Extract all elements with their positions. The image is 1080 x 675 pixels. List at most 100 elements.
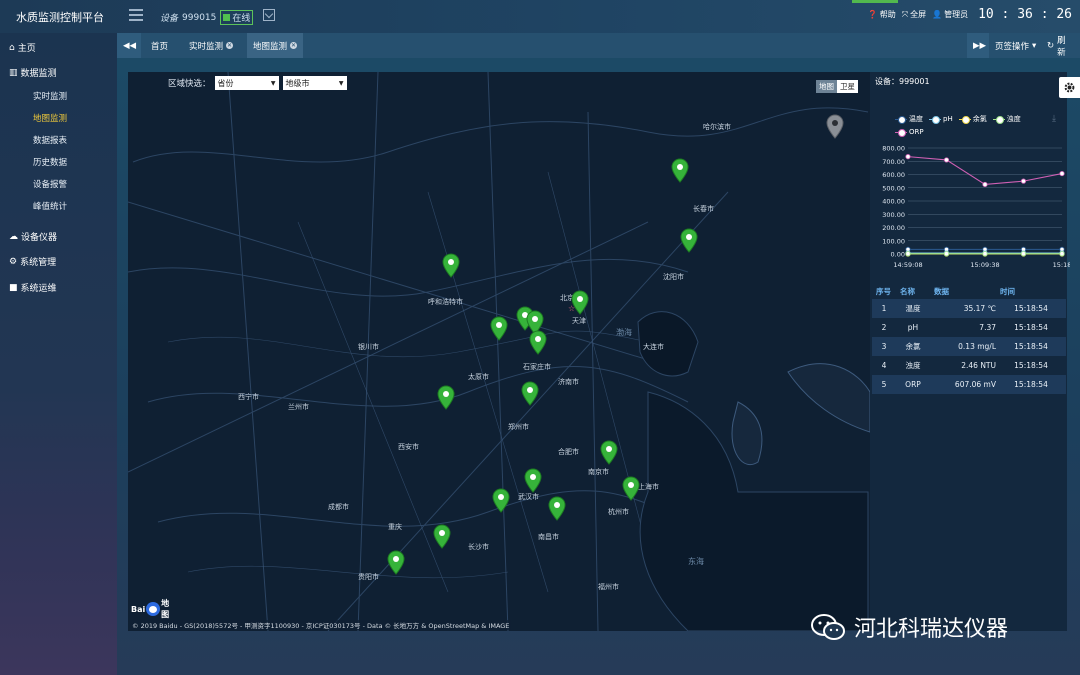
map-pin-icon[interactable]: [571, 290, 589, 315]
map-label-hangzhou: 杭州市: [608, 508, 629, 516]
map-label-huhehaote: 呼和浩特市: [428, 298, 463, 306]
device-icon: ☁: [9, 231, 18, 242]
map-label-lanzhou: 兰州市: [288, 403, 309, 411]
table-row[interactable]: 2 pH 7.37 15:18:54: [872, 318, 1066, 337]
sidebar-sub-map[interactable]: 地图监测: [33, 112, 67, 124]
device-info: 设备 999015 在线: [160, 10, 254, 25]
fullscreen-button[interactable]: ⤧ 全屏: [902, 9, 926, 20]
legend-item[interactable]: 余氯: [958, 114, 987, 124]
tab-realtime[interactable]: 实时监测 ✕: [183, 33, 239, 58]
sidebar-item-devices[interactable]: ☁ 设备仪器: [9, 230, 57, 244]
table-cell: pH: [907, 323, 919, 332]
map-pin-icon[interactable]: [680, 228, 698, 253]
device-id: 999015: [182, 12, 217, 23]
map-label-yinchuan: 银川市: [358, 343, 379, 351]
map-pin-icon[interactable]: [387, 550, 405, 575]
map-label-changsha: 长沙市: [468, 543, 489, 551]
y-tick-label: 800.00: [882, 145, 905, 153]
y-tick-label: 200.00: [882, 224, 905, 232]
map-label-fuzhou: 福州市: [598, 583, 619, 591]
menu-toggle-icon[interactable]: [129, 9, 143, 21]
table-cell: 2.46 NTU: [961, 361, 996, 370]
x-tick-label: 15:18: [1053, 261, 1070, 269]
device-dropdown-icon[interactable]: [263, 9, 275, 21]
y-tick-label: 600.00: [882, 171, 905, 179]
map-type-normal[interactable]: 地图: [816, 80, 837, 93]
table-cell: ORP: [905, 380, 921, 389]
legend-marker-icon: [992, 115, 1005, 124]
map-pin-icon[interactable]: [524, 468, 542, 493]
table-body: 1 温度 35.17 ℃ 15:18:54 2 pH 7.37 15:18:54 3 余氯 0.13…: [872, 299, 1066, 394]
table-row[interactable]: 3 余氯 0.13 mg/L 15:18:54: [872, 337, 1066, 356]
refresh-icon: ↻: [1047, 40, 1055, 51]
sidebar-sub-realtime[interactable]: 实时监测: [33, 90, 67, 102]
map-pin-offline-icon[interactable]: [826, 114, 844, 139]
sidebar-sub-alarms[interactable]: 设备报警: [33, 178, 67, 190]
map-pin-icon[interactable]: [442, 253, 460, 278]
accent-bar: [852, 0, 898, 3]
watermark: 河北科瑞达仪器: [810, 611, 1008, 643]
sidebar-sub-peaks[interactable]: 峰值统计: [33, 200, 67, 212]
help-icon: ❓: [867, 10, 878, 19]
wechat-icon: [811, 614, 845, 640]
legend-label: ORP: [909, 128, 924, 136]
online-badge: 在线: [220, 10, 254, 25]
table-cell: 2: [881, 323, 887, 332]
series-line: [907, 156, 1063, 186]
sidebar-item-home[interactable]: ⌂ 主页: [9, 41, 36, 55]
map-pin-icon[interactable]: [490, 316, 508, 341]
city-select[interactable]: 地级市 ▼: [282, 76, 347, 90]
map-pin-icon[interactable]: [548, 496, 566, 521]
sidebar-sub-reports[interactable]: 数据报表: [33, 134, 67, 146]
map-type-satellite[interactable]: 卫星: [837, 80, 858, 93]
tabs-scroll-left-icon[interactable]: ◀◀: [117, 33, 141, 58]
legend-item[interactable]: 浊度: [992, 114, 1021, 124]
baidu-logo: Bai 地图: [131, 599, 170, 619]
tab-home[interactable]: 首页: [145, 33, 174, 58]
legend-item[interactable]: 温度: [895, 114, 923, 124]
chart-legend: 温度 pH 余氯 浊度 ORP: [895, 114, 1055, 137]
map-pin-icon[interactable]: [521, 381, 539, 406]
legend-marker-icon: [929, 115, 941, 124]
sidebar-item-ops[interactable]: ■ 系统运维: [9, 281, 57, 295]
table-cell: 607.06 mV: [954, 380, 996, 389]
app-title: 水质监测控制平台: [16, 11, 104, 24]
table-row[interactable]: 5 ORP 607.06 mV 15:18:54: [872, 375, 1066, 394]
table-row[interactable]: 4 浊度 2.46 NTU 15:18:54: [872, 356, 1066, 375]
map-pin-icon[interactable]: [433, 524, 451, 549]
map-canvas[interactable]: 渤海 东海 北京 ☆ 天津 哈尔滨市 长春市 沈阳市 大连市 济南市 石家庄市 …: [128, 72, 870, 631]
data-point: [1020, 178, 1027, 184]
legend-item[interactable]: ORP: [895, 128, 924, 137]
page-ops-button[interactable]: 页签操作 ▾: [989, 33, 1042, 58]
map-label-donghai: 东海: [688, 557, 704, 566]
table-cell: 15:18:54: [1014, 380, 1048, 389]
sidebar-item-system[interactable]: ⚙ 系统管理: [9, 255, 56, 269]
map-pin-icon[interactable]: [492, 488, 510, 513]
sidebar-sub-history[interactable]: 历史数据: [33, 156, 67, 168]
legend-item[interactable]: pH: [929, 114, 953, 124]
map-label-wuhan: 武汉市: [518, 493, 539, 501]
legend-marker-icon: [895, 115, 907, 124]
device-panel-title: 设备：999001: [875, 77, 930, 86]
user-menu[interactable]: 👤 管理员: [932, 9, 968, 20]
sidebar-item-data-monitoring[interactable]: ▥ 数据监测: [9, 66, 57, 80]
map-pin-icon[interactable]: [622, 476, 640, 501]
help-button[interactable]: ❓ 帮助: [868, 9, 896, 20]
map-label-shijiazhuang: 石家庄市: [523, 363, 551, 371]
map-pin-icon[interactable]: [529, 330, 547, 355]
table-cell: 浊度: [905, 361, 921, 370]
tab-map[interactable]: 地图监测 ✕: [247, 33, 304, 58]
tabs-scroll-right-icon[interactable]: ▶▶: [967, 33, 989, 58]
map-pin-icon[interactable]: [600, 440, 618, 465]
map-label-shanghai: 上海市: [638, 483, 659, 491]
table-row[interactable]: 1 温度 35.17 ℃ 15:18:54: [872, 299, 1066, 318]
map-label-xining: 西宁市: [238, 393, 259, 401]
map-pin-icon[interactable]: [671, 158, 689, 183]
tab-close-icon[interactable]: ✕: [290, 42, 298, 49]
map-pin-icon[interactable]: [437, 385, 455, 410]
province-select[interactable]: 省份 ▼: [214, 76, 279, 90]
refresh-button[interactable]: ↻ 刷新: [1041, 33, 1080, 58]
tab-close-icon[interactable]: ✕: [226, 42, 234, 49]
tab-bar: ◀◀ 首页 实时监测 ✕ 地图监测 ✕ ▶▶ 页签操作 ▾ ↻ 刷新: [117, 33, 1080, 58]
gear-icon[interactable]: [1059, 77, 1080, 98]
